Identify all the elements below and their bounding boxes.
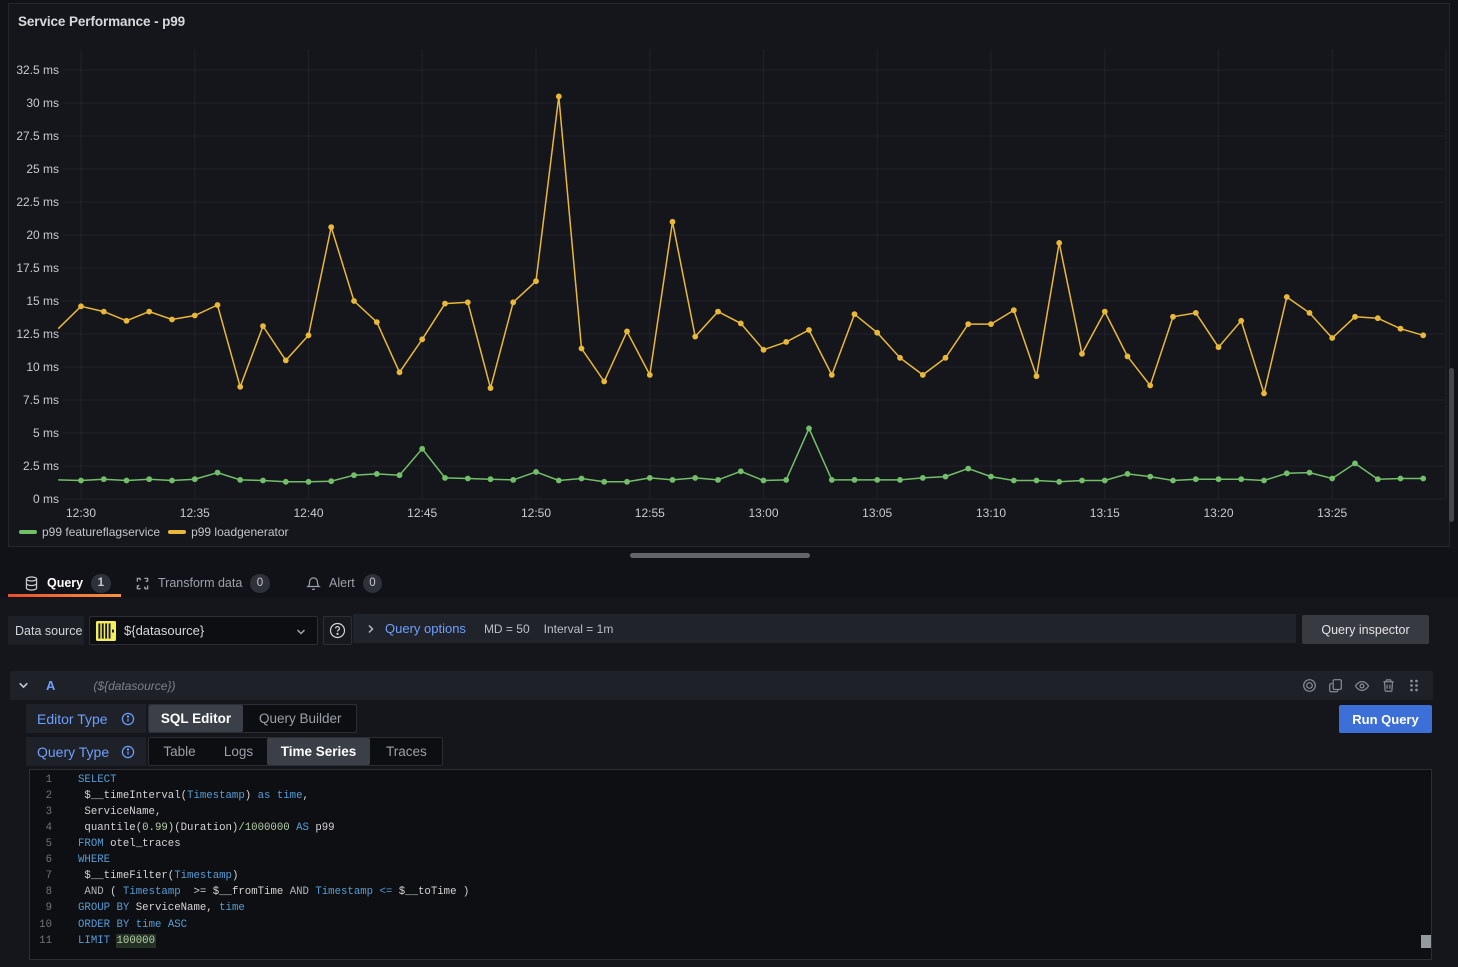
- svg-text:10 ms: 10 ms: [26, 360, 59, 374]
- svg-text:13:00: 13:00: [748, 506, 778, 520]
- svg-text:25 ms: 25 ms: [26, 162, 59, 176]
- svg-text:12:35: 12:35: [180, 506, 210, 520]
- svg-text:13:05: 13:05: [862, 506, 892, 520]
- svg-text:12:45: 12:45: [407, 506, 437, 520]
- svg-text:7.5 ms: 7.5 ms: [23, 393, 59, 407]
- svg-text:30 ms: 30 ms: [26, 96, 59, 110]
- svg-text:22.5 ms: 22.5 ms: [16, 195, 59, 209]
- svg-text:13:20: 13:20: [1203, 506, 1233, 520]
- svg-text:13:15: 13:15: [1090, 506, 1120, 520]
- svg-text:12.5 ms: 12.5 ms: [16, 327, 59, 341]
- svg-text:5 ms: 5 ms: [33, 426, 59, 440]
- svg-text:13:25: 13:25: [1317, 506, 1347, 520]
- svg-text:12:50: 12:50: [521, 506, 551, 520]
- svg-text:20 ms: 20 ms: [26, 228, 59, 242]
- svg-text:12:55: 12:55: [635, 506, 665, 520]
- svg-text:32.5 ms: 32.5 ms: [16, 63, 59, 77]
- svg-text:13:10: 13:10: [976, 506, 1006, 520]
- svg-text:12:40: 12:40: [293, 506, 323, 520]
- svg-text:2.5 ms: 2.5 ms: [23, 459, 59, 473]
- svg-text:0 ms: 0 ms: [33, 492, 59, 506]
- svg-text:27.5 ms: 27.5 ms: [16, 129, 59, 143]
- svg-text:15 ms: 15 ms: [26, 294, 59, 308]
- svg-text:17.5 ms: 17.5 ms: [16, 261, 59, 275]
- svg-text:12:30: 12:30: [66, 506, 96, 520]
